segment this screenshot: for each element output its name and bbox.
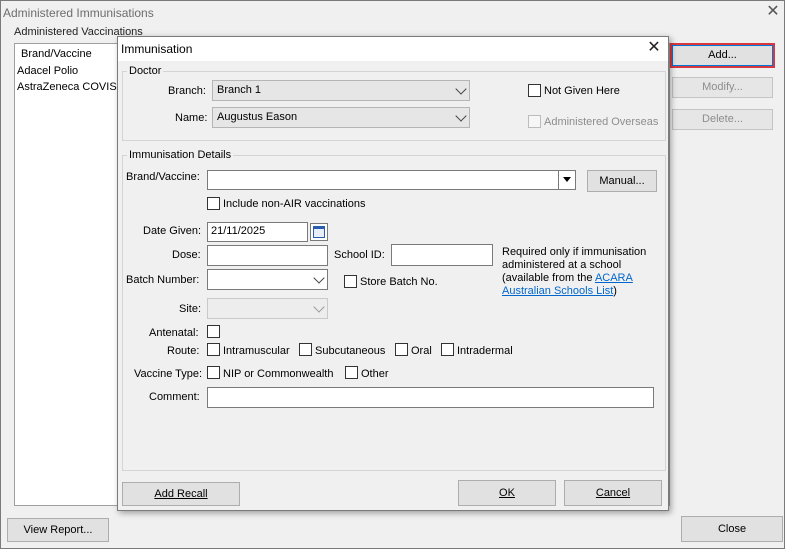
list-header-brand-vaccine[interactable]: Brand/Vaccine: [21, 48, 92, 60]
site-label: Site:: [179, 303, 202, 315]
store-batch-label: Store Batch No.: [360, 276, 438, 288]
chevron-down-icon: [313, 301, 325, 313]
branch-select[interactable]: Branch 1: [212, 80, 470, 101]
brand-vaccine-combobox[interactable]: [207, 170, 576, 190]
window-close-icon[interactable]: ✕: [764, 4, 782, 22]
not-given-here-label: Not Given Here: [544, 85, 620, 97]
administered-overseas-label: Administered Overseas: [544, 116, 659, 128]
school-note-text: (available from the: [502, 272, 595, 284]
doctor-legend: Doctor: [127, 65, 164, 77]
date-given-label: Date Given:: [143, 225, 202, 237]
immunisation-details-group: [122, 155, 666, 471]
list-item[interactable]: AstraZeneca COVISH: [17, 81, 125, 93]
chevron-down-icon: [455, 110, 467, 122]
vaccine-type-other-label: Other: [361, 368, 389, 380]
ok-button[interactable]: OK: [458, 480, 556, 506]
caret-down-icon: [563, 177, 571, 182]
school-note-line1: Required only if immunisation: [502, 246, 647, 258]
route-oral-checkbox[interactable]: [395, 343, 408, 356]
school-note-line3: (available from the ACARA: [502, 272, 633, 284]
list-item[interactable]: Adacel Polio: [17, 65, 78, 77]
include-non-air-checkbox[interactable]: [207, 197, 220, 210]
add-recall-button[interactable]: Add Recall: [122, 482, 240, 506]
route-subcutaneous-label: Subcutaneous: [315, 345, 386, 357]
close-button[interactable]: Close: [681, 516, 783, 542]
route-intramuscular-checkbox[interactable]: [207, 343, 220, 356]
cancel-button[interactable]: Cancel: [564, 480, 662, 506]
calendar-icon[interactable]: [310, 223, 328, 241]
batch-number-label: Batch Number:: [126, 274, 200, 286]
name-label: Name:: [175, 112, 208, 124]
dialog-titlebar: [118, 37, 668, 61]
antenatal-checkbox[interactable]: [207, 325, 220, 338]
australian-schools-list-link[interactable]: Australian Schools List: [502, 285, 613, 297]
vaccine-type-other-checkbox[interactable]: [345, 366, 358, 379]
batch-number-combobox[interactable]: [207, 269, 328, 290]
school-id-input[interactable]: [391, 244, 493, 266]
doctor-name-select[interactable]: Augustus Eason: [212, 107, 470, 128]
school-note-line2: administered at a school: [502, 259, 622, 271]
route-subcutaneous-checkbox[interactable]: [299, 343, 312, 356]
route-intramuscular-label: Intramuscular: [223, 345, 290, 357]
administered-overseas-checkbox[interactable]: [528, 115, 541, 128]
not-given-here-checkbox[interactable]: [528, 84, 541, 97]
add-recall-label: Add Recall: [154, 488, 208, 500]
comment-input[interactable]: [207, 387, 654, 408]
route-intradermal-label: Intradermal: [457, 345, 513, 357]
vaccine-type-nip-checkbox[interactable]: [207, 366, 220, 379]
chevron-down-icon: [455, 83, 467, 95]
immunisation-dialog: Immunisation ✕ Doctor Branch: Branch 1 N…: [117, 36, 669, 511]
comment-label: Comment:: [149, 391, 200, 403]
vaccine-type-nip-label: NIP or Commonwealth: [223, 368, 334, 380]
acara-link[interactable]: ACARA: [595, 272, 633, 284]
branch-label: Branch:: [168, 85, 206, 97]
include-non-air-label: Include non-AIR vaccinations: [223, 198, 366, 210]
school-note-end: ): [613, 285, 617, 297]
vaccine-type-label: Vaccine Type:: [134, 368, 203, 380]
delete-button[interactable]: Delete...: [672, 109, 773, 130]
antenatal-label: Antenatal:: [149, 327, 199, 339]
branch-value: Branch 1: [217, 84, 262, 96]
manual-button[interactable]: Manual...: [587, 170, 657, 192]
route-intradermal-checkbox[interactable]: [441, 343, 454, 356]
modify-button[interactable]: Modify...: [672, 77, 773, 98]
dialog-close-icon[interactable]: ✕: [644, 39, 664, 59]
dialog-title: Immunisation: [121, 42, 193, 56]
dose-input[interactable]: [207, 245, 328, 266]
school-note-line4: Australian Schools List): [502, 285, 617, 297]
doctor-name-value: Augustus Eason: [217, 111, 298, 123]
route-oral-label: Oral: [411, 345, 432, 357]
dropdown-button[interactable]: [558, 171, 575, 189]
window-title: Administered Immunisations: [3, 6, 154, 20]
dose-label: Dose:: [172, 249, 201, 261]
store-batch-checkbox[interactable]: [344, 275, 357, 288]
ok-label: OK: [499, 487, 515, 499]
route-label: Route:: [167, 345, 200, 357]
cancel-label: Cancel: [595, 487, 631, 499]
view-report-button[interactable]: View Report...: [7, 518, 109, 542]
immunisation-details-legend: Immunisation Details: [127, 149, 234, 161]
brand-vaccine-label: Brand/Vaccine:: [126, 171, 200, 183]
site-select[interactable]: [207, 298, 328, 319]
date-given-input[interactable]: 21/11/2025: [207, 222, 308, 242]
chevron-down-icon: [313, 272, 325, 284]
add-button[interactable]: Add...: [670, 43, 775, 68]
school-id-label: School ID:: [334, 249, 385, 261]
